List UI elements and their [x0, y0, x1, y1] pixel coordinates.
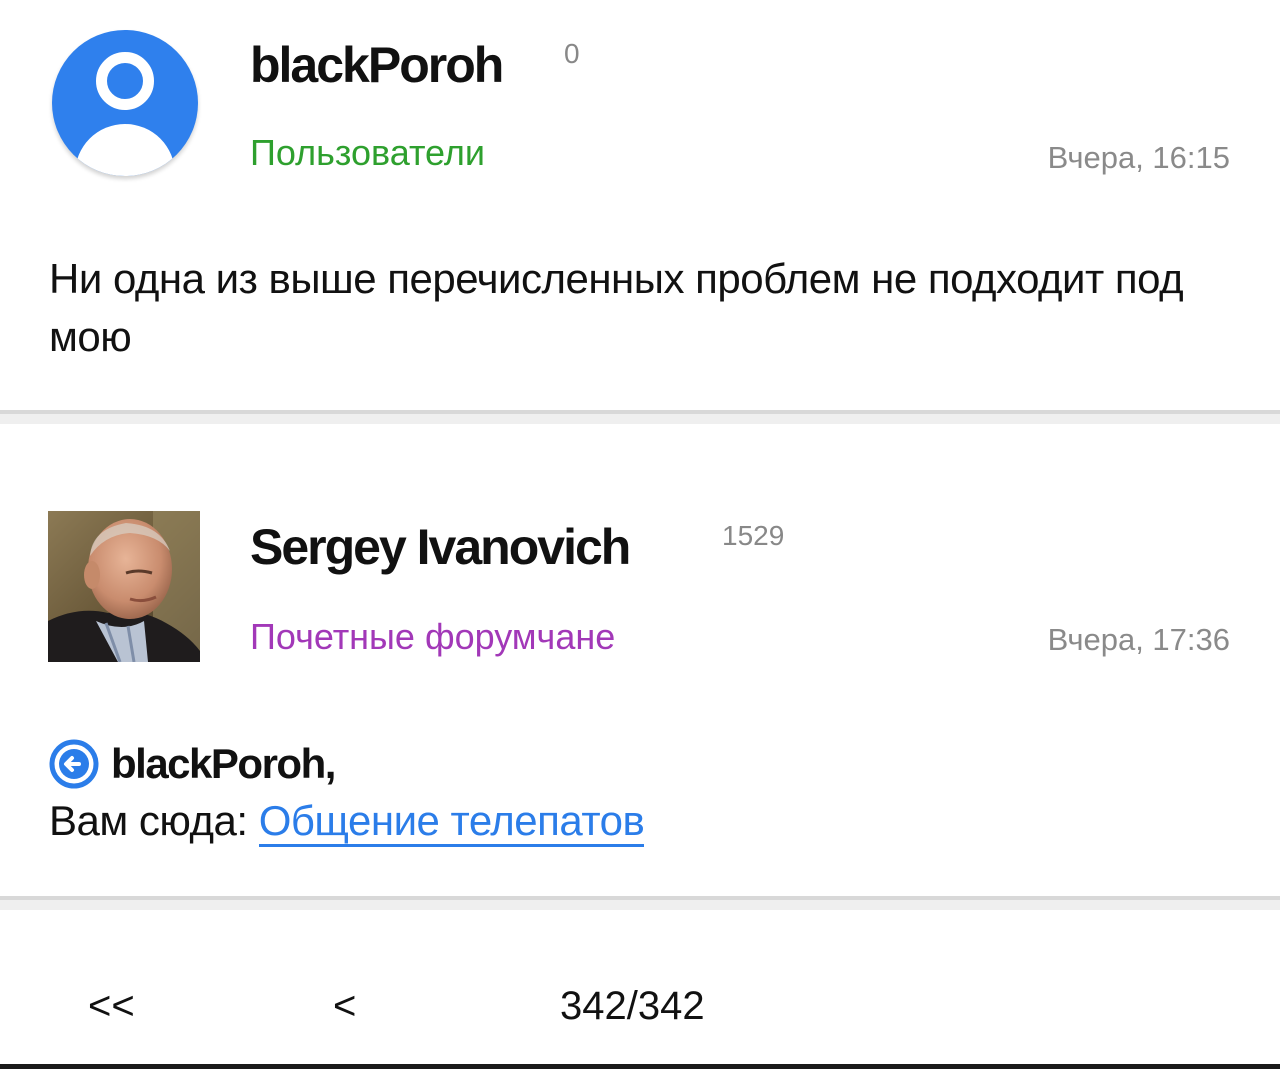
author-group: Почетные форумчане: [250, 616, 616, 657]
user-avatar-photo[interactable]: [48, 511, 200, 662]
post-author-name[interactable]: Sergey Ivanovich: [250, 518, 631, 576]
post: blackPoroh 0 Пользователи Вчера, 16:15 Н…: [0, 0, 1280, 410]
author-group: Пользователи: [250, 132, 485, 173]
avatar-head-shape: [96, 52, 154, 110]
page-indicator[interactable]: 342/342: [560, 984, 705, 1029]
author-reputation: 1529: [722, 520, 785, 551]
user-avatar-default-icon[interactable]: [52, 30, 198, 176]
previous-page-button[interactable]: <: [333, 984, 356, 1029]
author-reputation: 0: [564, 38, 580, 69]
post-author-name[interactable]: blackPoroh: [250, 36, 504, 94]
portrait-photo-icon: [48, 511, 200, 662]
post-divider: [0, 896, 1280, 910]
forum-topic-page: blackPoroh 0 Пользователи Вчера, 16:15 Н…: [0, 0, 1280, 1069]
avatar-body-shape: [75, 124, 175, 176]
bottom-bar-border: [0, 1064, 1280, 1069]
back-arrow-circle-icon[interactable]: [49, 739, 99, 789]
post-divider: [0, 410, 1280, 424]
post-date: Вчера, 17:36: [1047, 622, 1230, 657]
post-message: Ни одна из выше перечисленных проблем не…: [49, 255, 1184, 360]
reply-prefix-text: Вам сюда:: [49, 797, 259, 844]
post-date: Вчера, 16:15: [1047, 140, 1230, 175]
topic-link[interactable]: Общение телепатов: [258, 797, 645, 847]
first-page-button[interactable]: <<: [88, 984, 135, 1029]
mentioned-username: blackPoroh,: [111, 740, 336, 787]
post-message: Вам сюда: Общение телепатов: [49, 792, 645, 850]
quote-mention[interactable]: blackPoroh,: [49, 736, 336, 792]
